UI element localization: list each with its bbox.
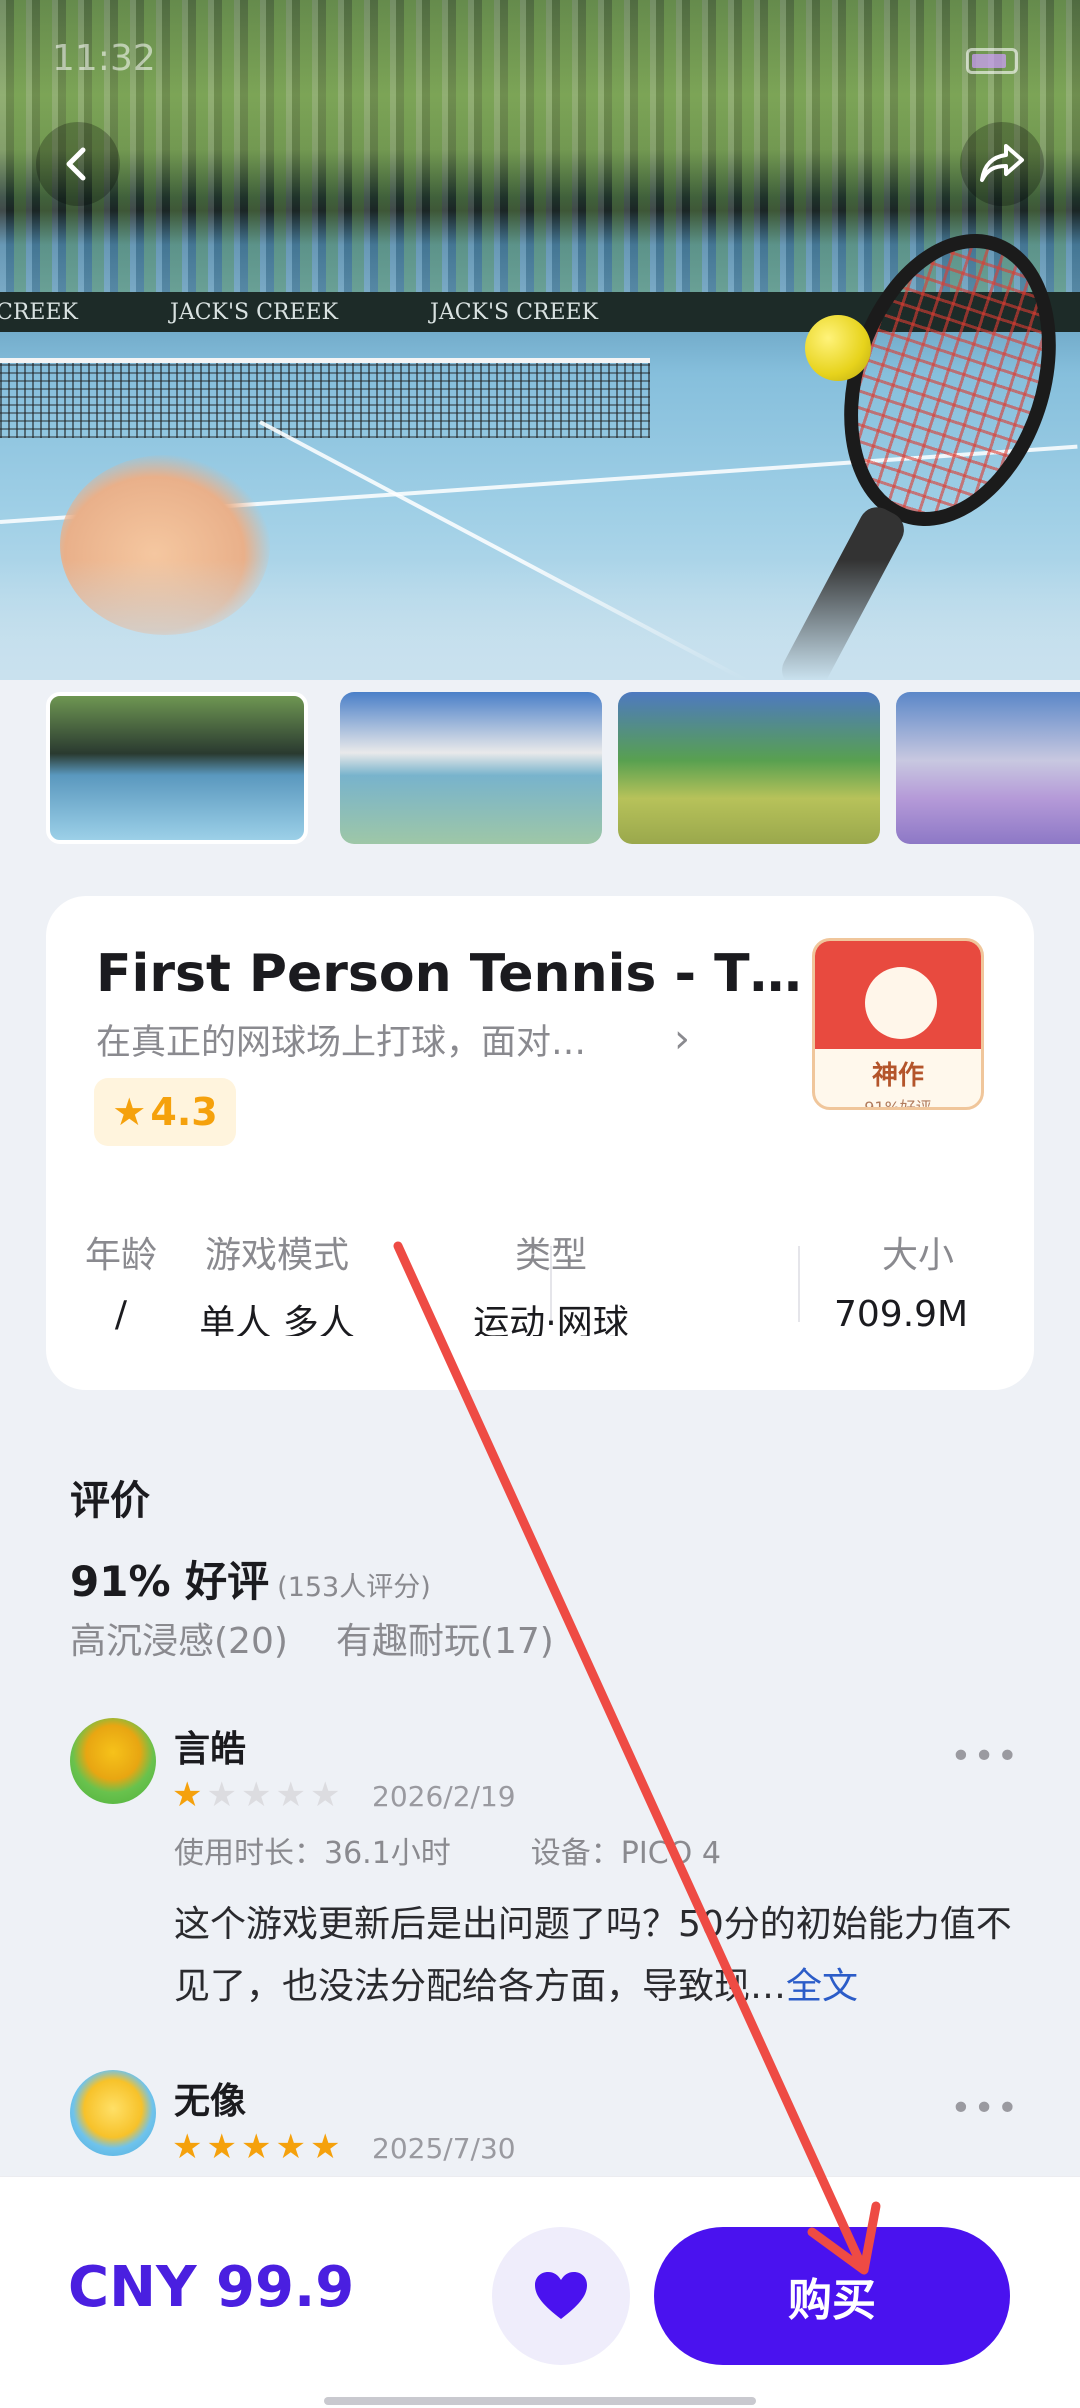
review-tags: 高沉浸感(20) 有趣耐玩(17) [70,1612,602,1664]
star-icon: ★ [240,1775,272,1815]
mascot-icon [865,967,937,1039]
star-icon: ★ [275,1775,306,1815]
tennis-net [0,358,650,438]
positive-rate-value: 91% 好评 [70,1557,270,1606]
more-dots-icon[interactable]: ••• [950,2088,1020,2129]
thumbnail-3[interactable] [618,692,880,844]
banner-text: JACK'S CREEK [170,300,339,325]
review-date: 2025/7/30 [372,2132,516,2165]
spec-label: 大小 [882,1235,955,1276]
battery-icon [966,48,1018,74]
back-button[interactable] [36,122,120,206]
star-icon: ★ [172,2127,203,2167]
rating-badge: ★ 4.3 [94,1078,236,1146]
badge-title: 神作 [871,1061,924,1091]
rating-value: 4.3 [150,1090,218,1134]
thumbnail-2[interactable] [340,692,602,844]
price: CNY 99.9 [68,2255,355,2320]
thumbnail-1[interactable] [46,692,308,844]
reviews-title: 评价 [70,1478,150,1524]
review-date: 2026/2/19 [372,1780,516,1813]
tennis-ball [805,315,871,381]
full-text-link[interactable]: 全文 [786,1966,858,2007]
star-icon: ★ [240,2127,272,2167]
app-specs: 年龄 / 游戏模式 单人 多人 类型 运动·网球 大小 709.9M [46,1226,1034,1336]
positive-rate: 91% 好评 (153人评分) [70,1548,431,1609]
back-arrow-icon [66,147,86,181]
wishlist-button[interactable] [492,2227,630,2365]
star-icon: ★ [112,1090,147,1134]
banner-text: JACK'S CREEK [430,300,599,325]
share-icon [980,144,1024,182]
spec-value: 单人 多人 [199,1303,355,1336]
review-text: 这个游戏更新后是出问题了吗？50分的初始能力值不见了，也没法分配给各方面，导致现… [174,1894,1034,2018]
review-tag[interactable]: 高沉浸感(20) [70,1621,288,1662]
status-bar: 11:32 [0,0,1080,120]
reviewer-name: 无像 [174,2081,247,2122]
rating-count: (153人评分) [277,1572,431,1603]
screenshot-thumbnails [46,692,1080,848]
award-badge[interactable]: 神作 91%好评 [812,938,984,1110]
badge-banner [815,941,981,1049]
playtime: 使用时长：36.1小时 [174,1836,451,1871]
spec-game-mode: 游戏模式 单人 多人 [152,1226,402,1336]
more-dots-icon[interactable]: ••• [950,1736,1020,1777]
star-icon: ★ [172,1775,203,1815]
thumbnail-4[interactable] [896,692,1080,844]
review-item: 言皓 ★ ★ ★ ★ ★ 2026/2/19 ••• 使用时长：36.1小时 设备… [70,1718,1030,2018]
app-subtitle[interactable]: 在真正的网球场上打球，面对… [96,1014,586,1065]
status-time: 11:32 [52,38,156,79]
hero-fade [0,560,1080,680]
review-item: 无像 ★ ★ ★ ★ ★ 2025/7/30 ••• [70,2070,1030,2180]
review-body: 这个游戏更新后是出问题了吗？50分的初始能力值不见了，也没法分配给各方面，导致现… [174,1904,1012,2007]
bottom-bar: CNY 99.9 购买 [0,2176,1080,2408]
star-icon: ★ [309,2127,341,2167]
review-stars: ★ ★ ★ ★ ★ [172,2130,340,2164]
review-stars: ★ ★ ★ ★ ★ [172,1778,340,1812]
buy-button[interactable]: 购买 [654,2227,1010,2365]
share-button[interactable] [960,122,1044,206]
spec-value: 709.9M [834,1294,969,1335]
review-meta: 使用时长：36.1小时 设备：PICO 4 [174,1828,801,1872]
home-indicator [324,2397,756,2405]
reviewer-name: 言皓 [174,1729,247,1770]
banner-text: CREEK [0,300,78,325]
spec-label: 类型 [514,1235,587,1276]
spec-value: 运动·网球 [473,1303,629,1336]
star-icon: ★ [206,1775,237,1815]
app-title: First Person Tennis - T… [96,944,802,1004]
star-icon: ★ [309,1775,341,1815]
badge-subtitle: 91%好评 [864,1098,932,1110]
spec-genre: 类型 运动·网球 [396,1226,706,1336]
app-info-card: First Person Tennis - T… 在真正的网球场上打球，面对… … [46,896,1034,1390]
avatar[interactable] [70,2070,156,2156]
spec-label: 游戏模式 [204,1235,349,1276]
chevron-right-icon[interactable]: › [674,1016,690,1062]
avatar[interactable] [70,1718,156,1804]
star-icon: ★ [206,2127,237,2167]
star-icon: ★ [275,2127,306,2167]
heart-icon [535,2272,587,2319]
review-tag[interactable]: 有趣耐玩(17) [336,1621,554,1662]
device: 设备：PICO 4 [530,1836,721,1871]
spec-size: 大小 709.9M [826,1226,1034,1335]
divider [798,1246,800,1322]
